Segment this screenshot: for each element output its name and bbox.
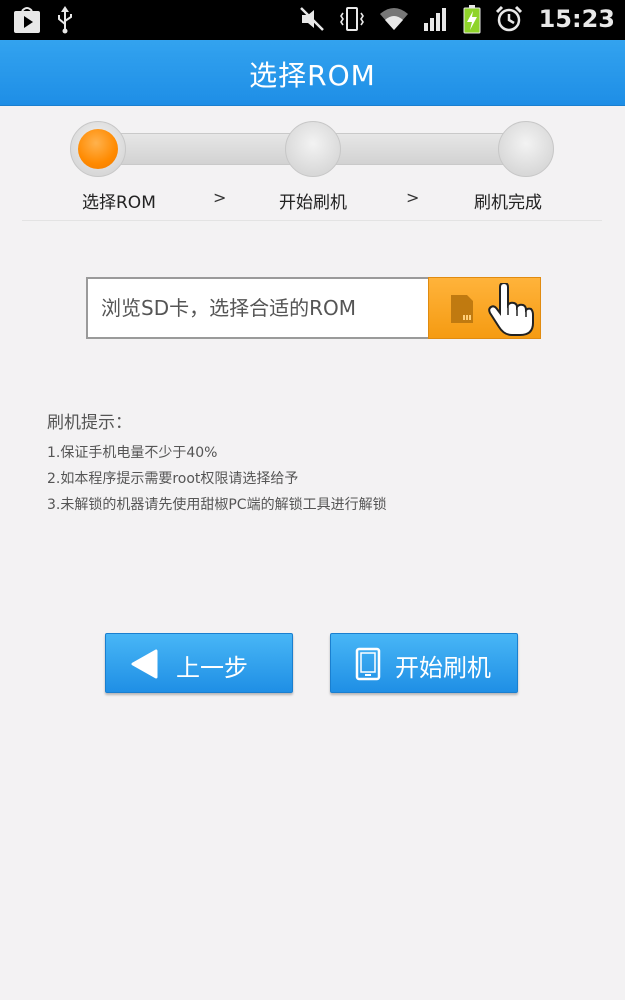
wifi-icon	[379, 8, 408, 30]
step-label-flash-complete: 刷机完成	[474, 193, 542, 213]
vibrate-icon	[339, 7, 364, 31]
start-flash-button[interactable]: 开始刷机	[330, 633, 518, 693]
previous-step-button[interactable]: 上一步	[105, 633, 293, 693]
rom-browse-field[interactable]: 浏览SD卡，选择合适的ROM	[86, 277, 541, 339]
battery-charging-icon	[463, 5, 481, 34]
tip-item: 2.如本程序提示需要root权限请选择给予	[47, 471, 299, 487]
tip-item: 3.未解锁的机器请先使用甜椒PC端的解锁工具进行解锁	[47, 497, 387, 513]
previous-step-label: 上一步	[176, 654, 248, 682]
step-node-flash-complete	[498, 121, 554, 177]
play-store-icon	[14, 7, 40, 33]
status-bar: 15:23	[0, 0, 625, 40]
signal-icon	[423, 8, 446, 31]
back-arrow-icon	[131, 649, 158, 679]
rom-path-input[interactable]: 浏览SD卡，选择合适的ROM	[86, 277, 429, 339]
tips-title: 刷机提示：	[47, 413, 132, 433]
step-separator: >	[213, 188, 227, 207]
step-label-select-rom: 选择ROM	[82, 193, 156, 213]
alarm-icon	[495, 5, 522, 32]
clock-time: 15:23	[538, 5, 615, 33]
start-flash-label: 开始刷机	[395, 654, 491, 682]
divider	[22, 220, 602, 221]
step-node-select-rom	[70, 121, 126, 177]
progress-stepper: 选择ROM > 开始刷机 > 刷机完成	[0, 106, 625, 222]
tip-item: 1.保证手机电量不少于40%	[47, 445, 218, 461]
sd-card-icon	[451, 295, 473, 323]
app-header: 选择ROM	[0, 40, 625, 106]
step-separator: >	[406, 188, 420, 207]
browse-sd-button[interactable]	[428, 277, 541, 339]
mute-icon	[299, 7, 324, 31]
step-node-start-flash	[285, 121, 341, 177]
step-label-start-flash: 开始刷机	[279, 193, 347, 213]
usb-icon	[58, 6, 72, 34]
phone-icon	[355, 647, 381, 681]
page-title: 选择ROM	[249, 59, 376, 92]
hand-pointer-icon	[488, 283, 534, 336]
